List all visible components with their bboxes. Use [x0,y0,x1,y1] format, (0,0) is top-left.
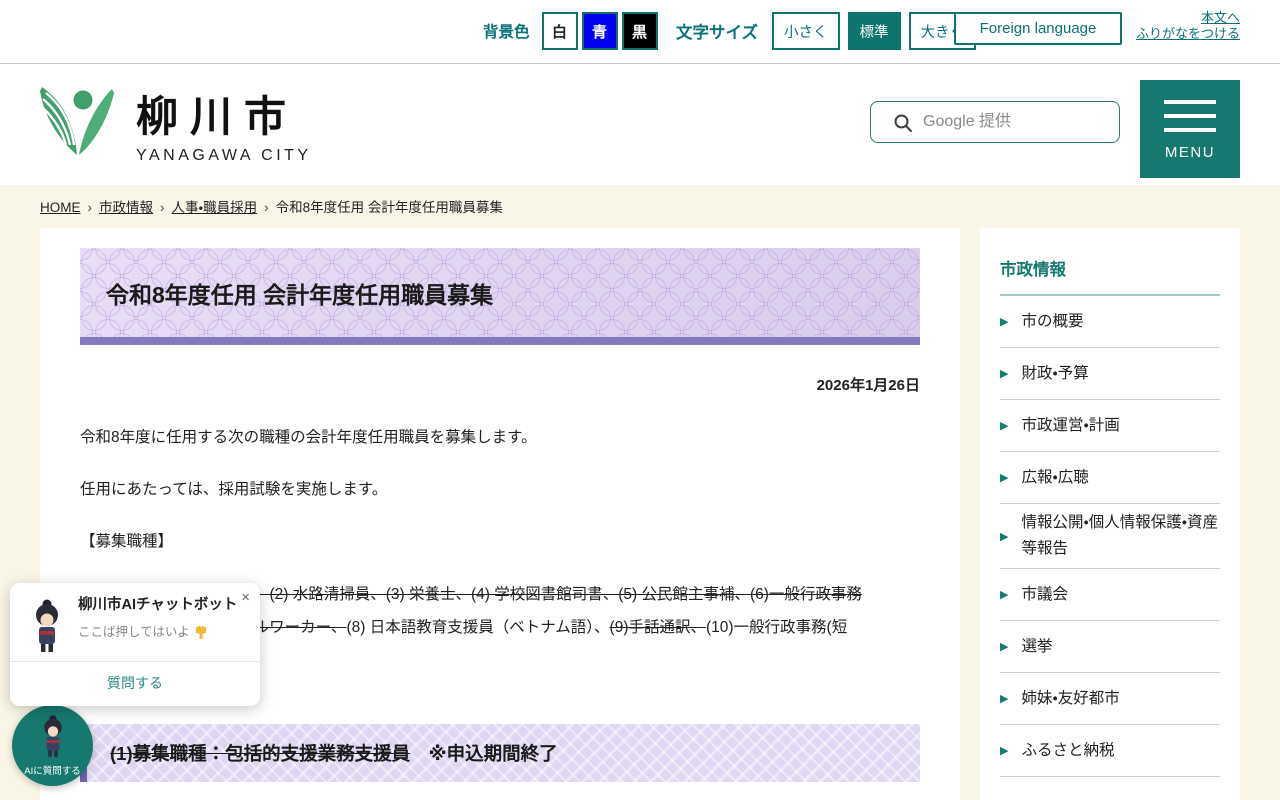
page-title: 令和8年度任用 会計年度任用職員募集 [80,276,493,310]
foreign-language-button[interactable]: Foreign language [954,12,1122,45]
breadcrumb-shisei[interactable]: 市政情報 [99,200,153,215]
breadcrumb-current: 令和8年度任用 会計年度任用職員募集 [276,200,503,215]
chatbot-ask-button[interactable]: 質問する [10,661,260,706]
article-paragraph: 令和8年度に任用する次の職種の会計年度任用職員を募集します。 [80,428,920,447]
font-size-label: 文字サイズ [676,19,758,43]
triangle-right-icon: ▶ [1000,640,1008,653]
section-heading-banner: (1)募集職種：包括的支援業務支援員 ※申込期間終了 [80,724,920,782]
article-date: 2026年1月26日 [80,374,920,395]
triangle-right-icon: ▶ [1000,315,1008,328]
sidebar-title: 市政情報 [1000,248,1220,296]
triangle-right-icon: ▶ [1000,588,1008,601]
menu-button[interactable]: MENU [1140,80,1240,178]
page-title-banner: 令和8年度任用 会計年度任用職員募集 [80,248,920,337]
sidebar-item-elections[interactable]: ▶ 選挙 [1000,621,1220,673]
chatbot-fab-label: AIに質問する [12,763,93,777]
chatbot-fab-button[interactable]: AIに質問する [12,705,93,786]
section-heading-suffix: ※申込期間終了 [410,743,558,764]
skip-links: 本文へ ふりがなをつける [1136,10,1240,42]
triangle-right-icon: ▶ [1000,692,1008,705]
triangle-right-icon: ▶ [1000,419,1008,432]
sidebar-item-finance[interactable]: ▶ 財政・予算 [1000,348,1220,400]
chatbot-message: ここば押してはいよ [78,621,190,640]
point-down-emoji-icon [194,623,208,639]
triangle-right-icon: ▶ [1000,530,1008,543]
bg-white-button[interactable]: 白 [542,12,578,50]
close-icon[interactable]: × [241,589,250,606]
job-types-line2-seg3: (9)手話通訳、 [610,619,706,636]
triangle-right-icon: ▶ [1000,471,1008,484]
sidebar-item-sister-cities[interactable]: ▶ 姉妹・友好都市 [1000,673,1220,725]
sidebar-shisei-joho: 市政情報 ▶ 市の概要 ▶ 財政・予算 ▶ 市政運営・計画 ▶ 広報・広聴 ▶ … [980,228,1240,800]
furigana-link[interactable]: ふりがなをつける [1136,26,1240,42]
article-paragraph: 任用にあたっては、採用試験を実施します。 [80,480,920,499]
sidebar-item-city-council[interactable]: ▶ 市議会 [1000,569,1220,621]
bg-black-button[interactable]: 黒 [622,12,658,50]
bg-blue-button[interactable]: 青 [582,12,618,50]
sidebar-item-public-relations[interactable]: ▶ 広報・広聴 [1000,452,1220,504]
accessibility-toolbar: 背景色 白 青 黒 文字サイズ 小さく 標準 大きく Foreign langu… [0,0,1280,64]
breadcrumb: HOME›市政情報›人事・職員採用›令和8年度任用 会計年度任用職員募集 [40,196,503,216]
job-types-line2-seg4: (10)一般行政事務(短 [706,619,847,636]
menu-label: MENU [1140,144,1240,161]
breadcrumb-jinji[interactable]: 人事・職員採用 [172,200,258,215]
triangle-right-icon: ▶ [1000,744,1008,757]
chatbot-title: 柳川市AIチャットボット [78,596,246,615]
site-name: 柳川市 [136,97,312,139]
yanagawa-logo-icon [36,79,118,163]
sidebar-item-furusato-tax[interactable]: ▶ ふるさと納税 [1000,725,1220,777]
triangle-right-icon: ▶ [1000,367,1008,380]
site-name-en: YANAGAWA CITY [136,147,312,165]
font-standard-button[interactable]: 標準 [848,12,901,50]
font-size-group: 文字サイズ 小さく 標準 大きく [676,12,976,50]
chatbot-avatar [26,598,68,656]
section-heading-struck: (1)募集職種：包括的支援業務支援員 [110,743,410,764]
chatbot-popup: × 柳川市AIチャットボット ここば押してはいよ 質問する [10,583,260,706]
font-smaller-button[interactable]: 小さく [772,12,840,50]
hamburger-icon [1164,100,1216,104]
types-heading: 【募集職種】 [80,532,920,551]
site-logo[interactable]: 柳川市 YANAGAWA CITY [36,79,312,165]
article-main: 令和8年度任用 会計年度任用職員募集 2026年1月26日 令和8年度に任用する… [40,228,960,800]
background-color-group: 背景色 白 青 黒 [483,12,658,50]
breadcrumb-home[interactable]: HOME [40,200,81,215]
sidebar-item-administration[interactable]: ▶ 市政運営・計画 [1000,400,1220,452]
site-title-block: 柳川市 YANAGAWA CITY [136,79,312,165]
chatbot-avatar [36,714,70,760]
search-input[interactable] [923,103,1113,141]
job-types-line2-seg2: (8) 日本語教育支援員（ベトナム語）、 [346,619,609,636]
sidebar-item-overview[interactable]: ▶ 市の概要 [1000,296,1220,348]
skip-to-content-link[interactable]: 本文へ [1136,10,1240,26]
sidebar-item-information-disclosure[interactable]: ▶ 情報公開・個人情報保護・資産等報告 [1000,504,1220,569]
site-header: 柳川市 YANAGAWA CITY MENU [0,65,1280,185]
search-icon [893,113,913,133]
site-search-box [870,101,1120,143]
title-banner-bar [80,337,920,345]
background-color-label: 背景色 [483,20,530,42]
